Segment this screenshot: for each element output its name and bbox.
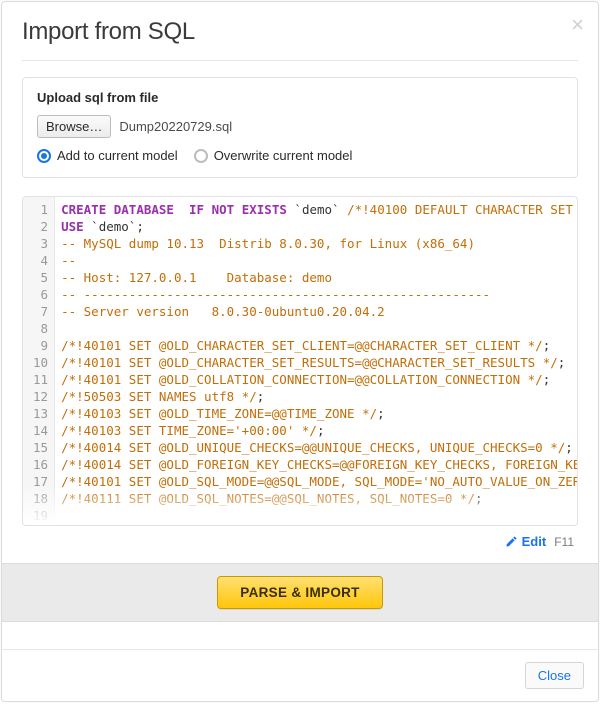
modal-footer: Close — [2, 649, 598, 701]
code-line: /*!40111 SET @OLD_SQL_NOTES=@@SQL_NOTES,… — [61, 490, 577, 507]
import-mode-radios: Add to current model Overwrite current m… — [37, 148, 563, 163]
line-number: 15 — [33, 439, 48, 456]
code-line: /*!40101 SET @OLD_SQL_MODE=@@SQL_MODE, S… — [61, 473, 577, 490]
code-line: -- MySQL dump 10.13 Distrib 8.0.30, for … — [61, 235, 577, 252]
line-number: 11 — [33, 371, 48, 388]
code-line: /*!40101 SET @OLD_COLLATION_CONNECTION=@… — [61, 371, 577, 388]
edit-label: Edit — [522, 534, 547, 549]
code-line: -- Host: 127.0.0.1 Database: demo — [61, 269, 577, 286]
modal-title: Import from SQL — [22, 18, 578, 46]
code-line: /*!40103 SET TIME_ZONE='+00:00' */; — [61, 422, 577, 439]
line-number: 3 — [33, 235, 48, 252]
edit-row: Edit F11 — [22, 526, 578, 549]
code-line: CREATE DATABASE IF NOT EXISTS `demo` /*!… — [61, 201, 577, 218]
line-number: 4 — [33, 252, 48, 269]
code-line: /*!40101 SET @OLD_CHARACTER_SET_CLIENT=@… — [61, 337, 577, 354]
code-line: /*!50503 SET NAMES utf8 */; — [61, 388, 577, 405]
radio-overwrite-model[interactable]: Overwrite current model — [194, 148, 353, 163]
radio-icon — [37, 149, 51, 163]
radio-add-to-model[interactable]: Add to current model — [37, 148, 178, 163]
browse-button[interactable]: Browse… — [37, 115, 111, 138]
code-line — [61, 507, 577, 524]
line-gutter: 12345678910111213141516171819 — [23, 197, 55, 525]
line-number: 14 — [33, 422, 48, 439]
code-line: /*!40103 SET @OLD_TIME_ZONE=@@TIME_ZONE … — [61, 405, 577, 422]
import-sql-modal: Import from SQL × Upload sql from file B… — [1, 1, 599, 702]
close-icon[interactable]: × — [571, 14, 584, 36]
line-number: 9 — [33, 337, 48, 354]
radio-overwrite-label: Overwrite current model — [214, 148, 353, 163]
line-number: 6 — [33, 286, 48, 303]
code-line — [61, 320, 577, 337]
line-number: 18 — [33, 490, 48, 507]
line-number: 13 — [33, 405, 48, 422]
code-line: /*!40014 SET @OLD_UNIQUE_CHECKS=@@UNIQUE… — [61, 439, 577, 456]
code-line: -- — [61, 252, 577, 269]
radio-add-label: Add to current model — [57, 148, 178, 163]
line-number: 5 — [33, 269, 48, 286]
line-number: 16 — [33, 456, 48, 473]
line-number: 8 — [33, 320, 48, 337]
line-number: 19 — [33, 507, 48, 524]
code-line: -- Server version 8.0.30-0ubuntu0.20.04.… — [61, 303, 577, 320]
selected-filename: Dump20220729.sql — [119, 119, 232, 134]
close-button[interactable]: Close — [525, 662, 584, 689]
line-number: 10 — [33, 354, 48, 371]
code-line: USE `demo`; — [61, 218, 577, 235]
line-number: 17 — [33, 473, 48, 490]
file-row: Browse… Dump20220729.sql — [37, 115, 563, 138]
modal-body: Upload sql from file Browse… Dump2022072… — [2, 61, 598, 649]
radio-icon — [194, 149, 208, 163]
sql-editor[interactable]: 12345678910111213141516171819 CREATE DAT… — [22, 196, 578, 526]
pencil-icon — [505, 535, 518, 548]
line-number: 2 — [33, 218, 48, 235]
parse-bar: PARSE & IMPORT — [2, 563, 598, 622]
code-line: -- -------------------------------------… — [61, 286, 577, 303]
modal-header: Import from SQL × — [2, 2, 598, 60]
parse-import-button[interactable]: PARSE & IMPORT — [217, 576, 382, 609]
upload-section: Upload sql from file Browse… Dump2022072… — [22, 77, 578, 178]
upload-section-title: Upload sql from file — [37, 90, 563, 105]
line-number: 1 — [33, 201, 48, 218]
code-lines: CREATE DATABASE IF NOT EXISTS `demo` /*!… — [55, 197, 577, 525]
line-number: 7 — [33, 303, 48, 320]
code-line: /*!40101 SET @OLD_CHARACTER_SET_RESULTS=… — [61, 354, 577, 371]
code-line: /*!40014 SET @OLD_FOREIGN_KEY_CHECKS=@@F… — [61, 456, 577, 473]
edit-hint: F11 — [554, 535, 574, 549]
line-number: 12 — [33, 388, 48, 405]
edit-link[interactable]: Edit — [505, 534, 547, 549]
